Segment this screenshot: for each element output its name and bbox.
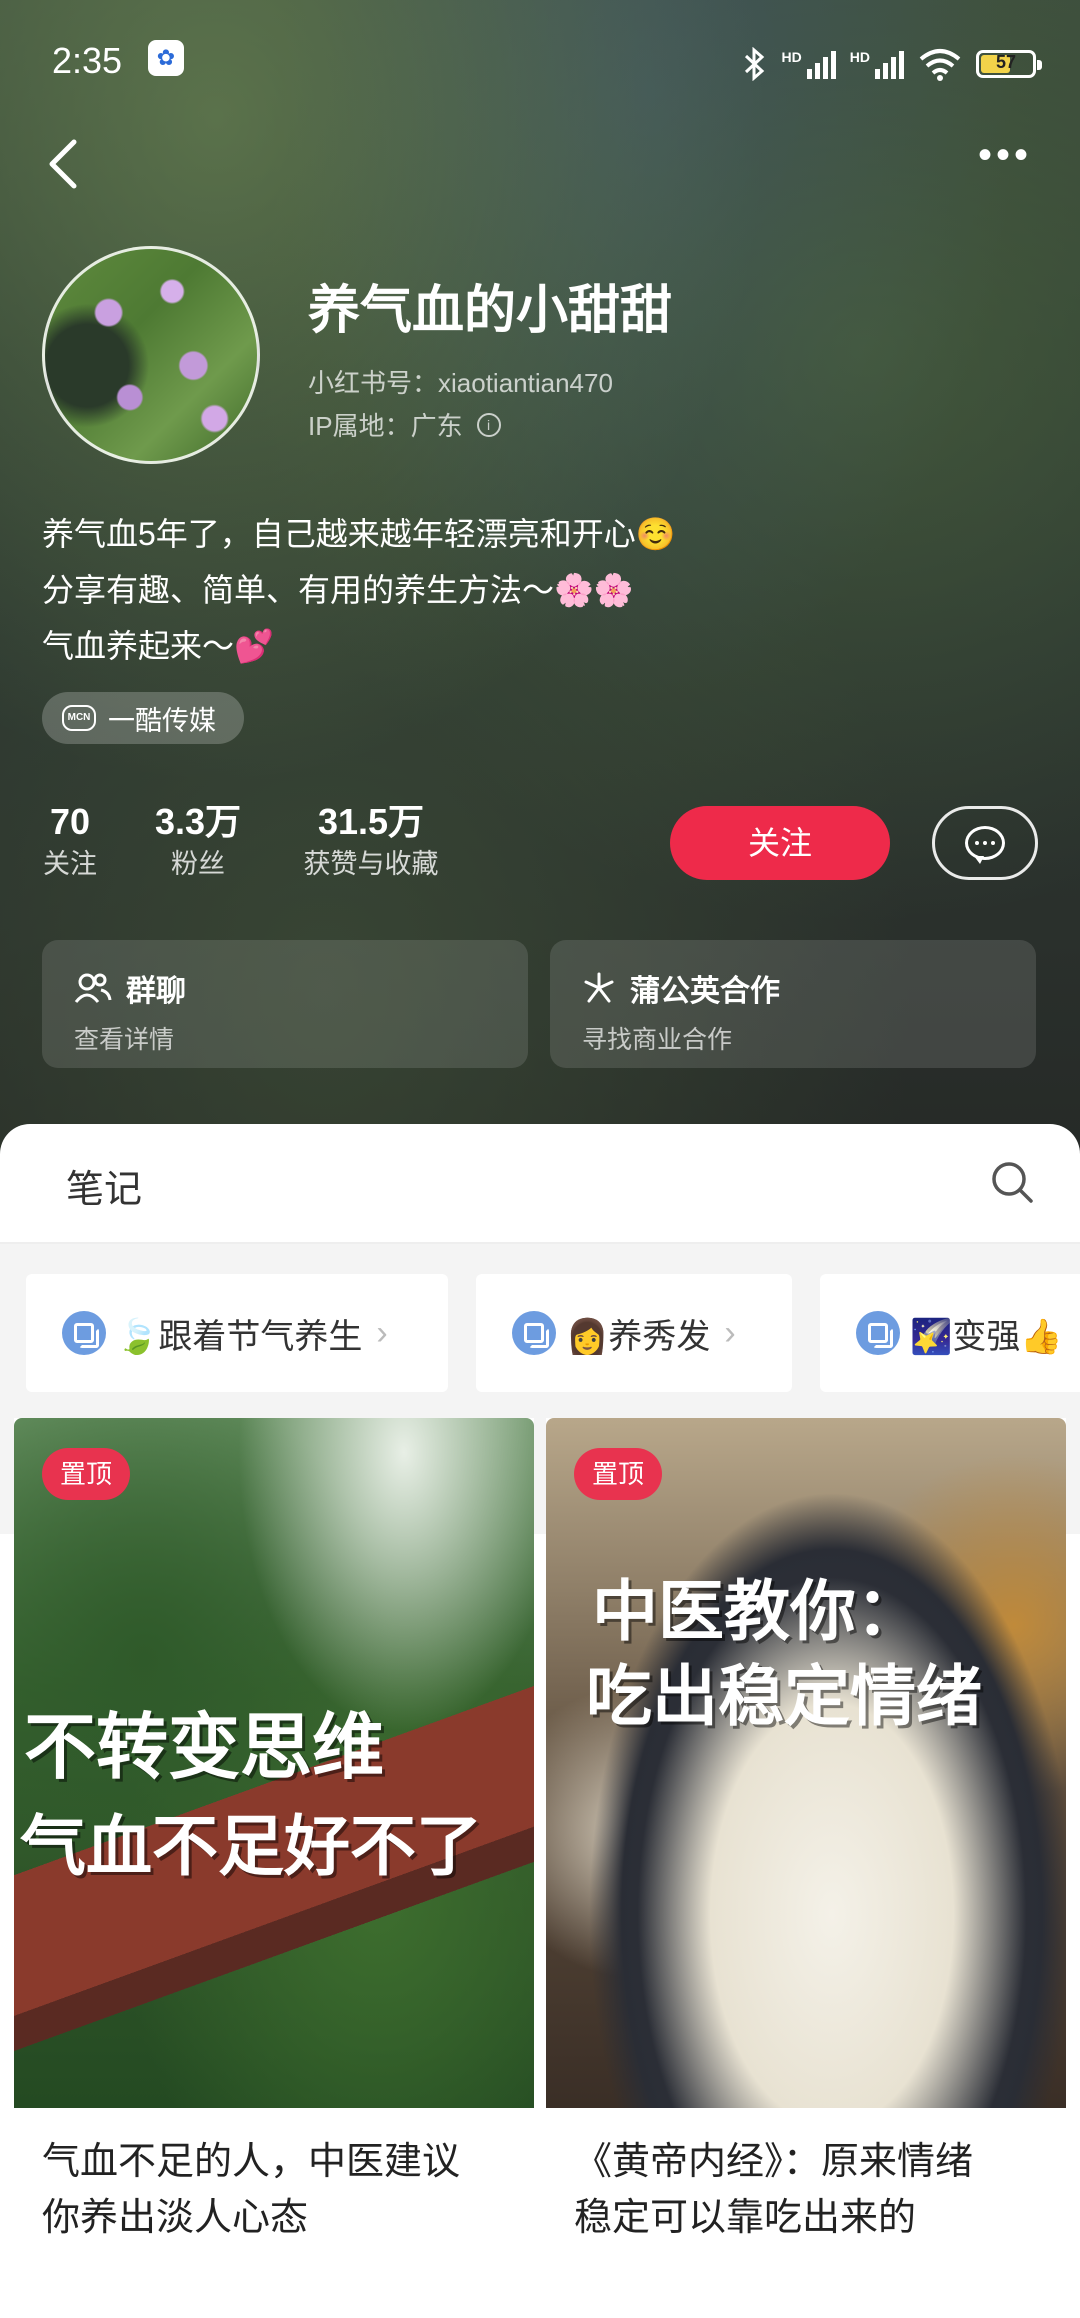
- bio-line: 分享有趣、简单、有用的养生方法～🌸🌸: [42, 572, 634, 608]
- card-title: 群聊: [74, 966, 186, 1010]
- note-cover-image[interactable]: 置顶 不转变思维 气血不足好不了: [14, 1418, 534, 2108]
- note-title-line: 《黄帝内经》：原来情绪: [574, 2141, 974, 2183]
- battery-level: 57: [995, 52, 1017, 72]
- card-subtitle: 查看详情: [74, 1026, 175, 1054]
- cover-caption: 气血不足好不了: [20, 1807, 482, 1885]
- mcn-tag[interactable]: MCN 一酷传媒: [42, 692, 244, 744]
- info-icon[interactable]: i: [476, 412, 501, 437]
- profile-nickname: 养气血的小甜甜: [308, 282, 673, 340]
- content-sheet: 笔记 🍃跟着节气养生 › 👩养秀发 › 🌠变强👍 置顶 不转变思维 气血不足好不…: [0, 1124, 1080, 2318]
- ip-location-text: IP属地：广东: [308, 411, 463, 441]
- stat-value: 70: [49, 801, 91, 842]
- bluetooth-icon: [744, 47, 764, 81]
- search-icon[interactable]: [990, 1160, 1034, 1204]
- card-title: 蒲公英合作: [582, 966, 780, 1010]
- stat-label: 粉丝: [171, 849, 225, 879]
- chat-bubble-icon: [965, 826, 1005, 864]
- bio-line: 养气血5年了，自己越来越年轻漂亮和开心☺️: [42, 516, 676, 552]
- note-title-line: 气血不足的人，中医建议: [42, 2141, 461, 2183]
- note-title-line: 稳定可以靠吃出来的: [574, 2197, 917, 2239]
- more-options-icon[interactable]: •••: [970, 135, 1040, 185]
- baidu-paw-icon: ✿: [148, 40, 184, 76]
- follow-button[interactable]: 关注: [670, 806, 890, 880]
- bio-line: 气血养起来～💕: [42, 628, 274, 664]
- card-title-text: 蒲公英合作: [630, 975, 780, 1008]
- stat-label: 获赞与收藏: [303, 849, 439, 879]
- wifi-icon: [919, 49, 961, 81]
- tab-notes[interactable]: 笔记: [66, 1158, 142, 1213]
- note-cover-image[interactable]: 置顶 中医教你： 吃出稳定情绪: [546, 1418, 1066, 2108]
- collection-item[interactable]: 👩养秀发 ›: [476, 1274, 792, 1392]
- collection-icon: [856, 1311, 900, 1355]
- stat-followers[interactable]: 3.3万 粉丝: [148, 800, 248, 884]
- group-icon: [74, 973, 112, 1003]
- avatar[interactable]: [42, 246, 260, 464]
- note-title[interactable]: 气血不足的人，中医建议 你养出淡人心态: [42, 2134, 512, 2246]
- collection-label: 🌠变强👍: [910, 1317, 1063, 1356]
- red-id[interactable]: 小红书号：xiaotiantian470: [308, 363, 613, 400]
- group-chat-card[interactable]: 群聊 查看详情: [42, 940, 528, 1068]
- card-subtitle: 寻找商业合作: [582, 1026, 733, 1054]
- stat-likes[interactable]: 31.5万 获赞与收藏: [296, 800, 446, 884]
- collection-icon: [62, 1311, 106, 1355]
- ip-location: IP属地：广东 i: [308, 406, 501, 443]
- cover-caption: 不转变思维: [24, 1704, 385, 1789]
- collection-item[interactable]: 🍃跟着节气养生 ›: [26, 1274, 448, 1392]
- system-icons: HD HD 57: [742, 44, 1042, 84]
- collection-label: 👩养秀发: [566, 1317, 711, 1356]
- signal-1-icon: HD: [782, 49, 836, 79]
- note-card[interactable]: 置顶 中医教你： 吃出稳定情绪 《黄帝内经》：原来情绪 稳定可以靠吃出来的: [546, 1418, 1066, 2318]
- chevron-right-icon: ›: [724, 1313, 736, 1352]
- dandelion-icon: [584, 972, 614, 1003]
- stat-value: 31.5万: [317, 801, 425, 842]
- pinned-badge: 置顶: [42, 1448, 131, 1500]
- status-time: 2:35: [52, 40, 123, 81]
- note-card[interactable]: 置顶 不转变思维 气血不足好不了 气血不足的人，中医建议 你养出淡人心态: [14, 1418, 534, 2318]
- cover-caption: 吃出稳定情绪: [586, 1657, 982, 1735]
- stat-value: 3.3万: [154, 801, 242, 842]
- stat-following[interactable]: 70 关注: [40, 800, 100, 884]
- note-title[interactable]: 《黄帝内经》：原来情绪 稳定可以靠吃出来的: [574, 2134, 1044, 2246]
- pinned-badge: 置顶: [574, 1448, 663, 1500]
- collection-icon: [512, 1311, 556, 1355]
- dandelion-cooperation-card[interactable]: 蒲公英合作 寻找商业合作: [550, 940, 1036, 1068]
- mcn-label: 一酷传媒: [108, 705, 216, 736]
- signal-2-icon: HD: [850, 49, 904, 79]
- chevron-right-icon: ›: [376, 1313, 388, 1352]
- mcn-icon: MCN: [62, 705, 96, 731]
- battery-icon: 57: [976, 50, 1042, 78]
- collection-label: 🍃跟着节气养生: [116, 1317, 363, 1356]
- card-title-text: 群聊: [126, 975, 186, 1008]
- profile-header: 2:35 ✿ HD HD 57 ••• 养气血的小甜甜 小红书号：xiaotia…: [0, 0, 1080, 1160]
- note-title-line: 你养出淡人心态: [42, 2197, 309, 2239]
- back-icon[interactable]: [40, 130, 90, 200]
- message-button[interactable]: [932, 806, 1038, 880]
- profile-bio: 养气血5年了，自己越来越年轻漂亮和开心☺️ 分享有趣、简单、有用的养生方法～🌸🌸…: [42, 506, 676, 674]
- cover-caption: 中医教你：: [592, 1572, 922, 1650]
- collection-item[interactable]: 🌠变强👍: [820, 1274, 1080, 1392]
- stat-label: 关注: [43, 849, 97, 879]
